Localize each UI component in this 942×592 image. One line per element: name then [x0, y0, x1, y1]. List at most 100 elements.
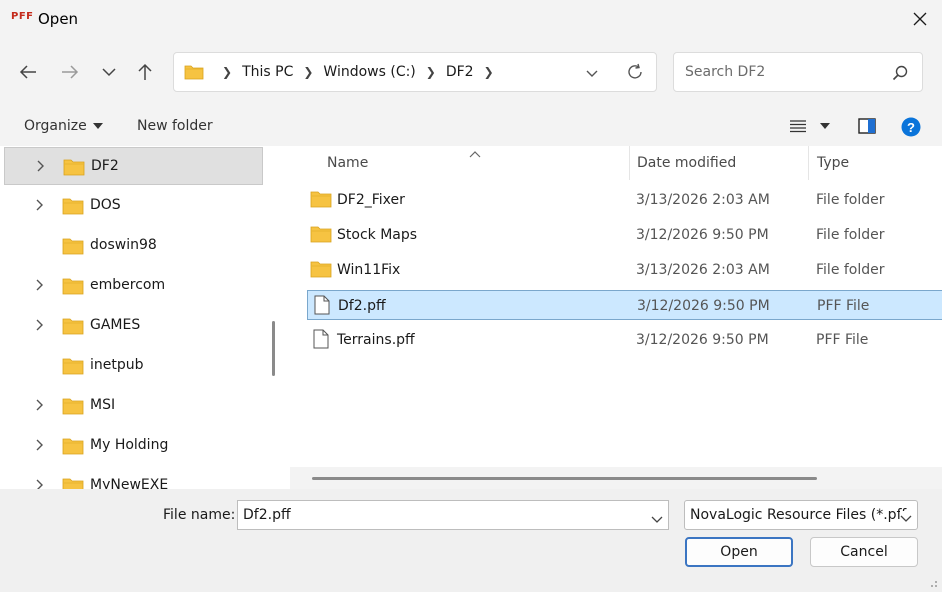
- file-name-cell: Win11Fix: [337, 262, 401, 278]
- folder-icon: [62, 437, 84, 459]
- column-header-name[interactable]: Name: [327, 146, 368, 180]
- breadcrumb: ❯ This PC ❯ Windows (C:) ❯ DF2 ❯: [184, 53, 504, 91]
- organize-button[interactable]: Organize: [24, 118, 103, 134]
- chevron-right-icon[interactable]: [36, 279, 44, 295]
- file-type-select[interactable]: NovaLogic Resource Files (*.pff: [684, 500, 918, 530]
- sidebar-item-label: MSI: [90, 397, 116, 413]
- sidebar-item[interactable]: inetpub: [4, 347, 263, 385]
- open-button[interactable]: Open: [685, 537, 793, 567]
- title-bar: PFF Open: [0, 0, 942, 39]
- column-divider[interactable]: [808, 146, 809, 180]
- file-type-dropdown-button[interactable]: [900, 511, 916, 522]
- sidebar-item-label: DF2: [91, 158, 119, 174]
- file-icon: [314, 295, 330, 319]
- file-name-field[interactable]: Df2.pff: [237, 500, 669, 530]
- file-row[interactable]: Stock Maps 3/12/2026 9:50 PM File folder: [307, 220, 942, 250]
- sidebar-item[interactable]: DF2: [4, 147, 263, 185]
- folder-icon: [62, 357, 84, 379]
- sidebar-item[interactable]: MSI: [4, 387, 263, 425]
- sidebar-item-label: GAMES: [90, 317, 141, 333]
- search-box[interactable]: Search DF2: [673, 52, 923, 92]
- folder-icon: [62, 397, 84, 419]
- view-options-button[interactable]: [790, 119, 830, 133]
- chevron-right-icon[interactable]: [37, 160, 45, 176]
- file-type-cell: PFF File: [817, 298, 870, 314]
- app-icon: PFF: [11, 11, 34, 22]
- column-header-type[interactable]: Type: [817, 146, 849, 180]
- address-history-button[interactable]: [586, 66, 598, 82]
- file-row[interactable]: Terrains.pff 3/12/2026 9:50 PM PFF File: [307, 325, 942, 355]
- chevron-right-icon[interactable]: [36, 319, 44, 335]
- file-type-value: NovaLogic Resource Files (*.pff: [690, 507, 907, 523]
- search-input[interactable]: Search DF2: [685, 64, 765, 80]
- breadcrumb-separator-icon: ❯: [483, 65, 494, 79]
- file-type-cell: File folder: [816, 227, 885, 243]
- file-row[interactable]: Win11Fix 3/13/2026 2:03 AM File folder: [307, 255, 942, 285]
- refresh-button[interactable]: [626, 63, 644, 85]
- preview-pane-icon: [858, 118, 876, 134]
- folder-icon: [62, 317, 84, 339]
- sidebar-item[interactable]: doswin98: [4, 227, 263, 265]
- file-date-cell: 3/12/2026 9:50 PM: [637, 298, 770, 314]
- resize-grip-icon[interactable]: [926, 576, 938, 592]
- file-list-horizontal-scrollbar[interactable]: [312, 477, 817, 480]
- sidebar-item[interactable]: MyNewEXE: [4, 467, 263, 489]
- recent-locations-button[interactable]: [97, 60, 121, 84]
- caret-down-icon: [820, 123, 830, 129]
- file-row[interactable]: DF2_Fixer 3/13/2026 2:03 AM File folder: [307, 185, 942, 215]
- folder-icon: [310, 190, 332, 212]
- svg-text:?: ?: [907, 120, 915, 135]
- column-divider[interactable]: [629, 146, 630, 180]
- sort-ascending-icon: [469, 146, 481, 162]
- file-type-cell: PFF File: [816, 332, 869, 348]
- sidebar-item[interactable]: My Holding: [4, 427, 263, 465]
- breadcrumb-df2[interactable]: DF2: [446, 64, 474, 80]
- file-name-value[interactable]: Df2.pff: [243, 507, 291, 523]
- folder-icon: [184, 65, 204, 80]
- forward-button[interactable]: [58, 60, 82, 84]
- folder-icon: [62, 277, 84, 299]
- address-bar[interactable]: ❯ This PC ❯ Windows (C:) ❯ DF2 ❯: [173, 52, 657, 92]
- search-icon[interactable]: [892, 65, 908, 85]
- pane-divider[interactable]: [265, 146, 285, 489]
- file-date-cell: 3/13/2026 2:03 AM: [636, 262, 770, 278]
- breadcrumb-this-pc[interactable]: This PC: [242, 64, 293, 80]
- refresh-icon: [628, 63, 642, 79]
- breadcrumb-windows-c[interactable]: Windows (C:): [323, 64, 415, 80]
- preview-pane-button[interactable]: [858, 118, 876, 138]
- chevron-down-icon: [651, 516, 663, 523]
- sidebar-item[interactable]: embercom: [4, 267, 263, 305]
- caret-down-icon: [92, 123, 103, 129]
- folder-icon: [310, 225, 332, 247]
- file-name-cell: Terrains.pff: [337, 332, 415, 348]
- chevron-right-icon[interactable]: [36, 199, 44, 215]
- file-name-dropdown-button[interactable]: [651, 512, 663, 528]
- folder-icon: [310, 260, 332, 282]
- new-folder-button[interactable]: New folder: [137, 118, 213, 134]
- file-icon: [313, 329, 329, 353]
- navigation-bar: ❯ This PC ❯ Windows (C:) ❯ DF2 ❯ Search …: [0, 39, 942, 107]
- folder-icon: [62, 197, 84, 219]
- up-button[interactable]: [133, 60, 157, 84]
- folder-icon: [63, 158, 85, 180]
- cancel-button[interactable]: Cancel: [810, 537, 918, 567]
- column-header-date[interactable]: Date modified: [637, 146, 736, 180]
- back-button[interactable]: [16, 60, 40, 84]
- chevron-right-icon[interactable]: [36, 479, 44, 489]
- breadcrumb-separator-icon: ❯: [303, 65, 314, 79]
- file-list: Name Date modified Type DF2_Fixer 3/13/20…: [285, 146, 942, 489]
- navigation-pane-scrollbar[interactable]: [272, 321, 275, 376]
- arrow-left-icon: [19, 65, 36, 79]
- file-row[interactable]: Df2.pff 3/12/2026 9:50 PM PFF File: [307, 290, 942, 320]
- command-bar: Organize New folder ?: [0, 107, 942, 146]
- open-button-label: Open: [720, 544, 758, 560]
- new-folder-label: New folder: [137, 118, 213, 134]
- help-button[interactable]: ?: [901, 117, 921, 141]
- chevron-down-icon: [900, 515, 912, 522]
- close-button[interactable]: [904, 4, 936, 34]
- sidebar-item[interactable]: GAMES: [4, 307, 263, 345]
- breadcrumb-separator-icon: ❯: [222, 65, 233, 79]
- sidebar-item[interactable]: DOS: [4, 187, 263, 225]
- chevron-right-icon[interactable]: [36, 439, 44, 455]
- chevron-right-icon[interactable]: [36, 399, 44, 415]
